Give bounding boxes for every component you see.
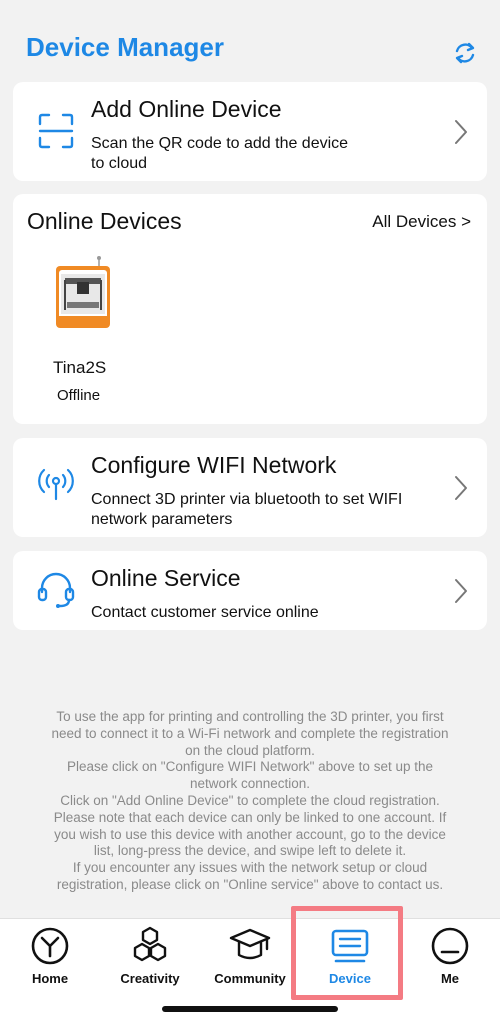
- home-indicator[interactable]: [162, 1006, 338, 1012]
- refresh-icon[interactable]: [450, 38, 480, 68]
- add-online-device-desc-2: to cloud: [91, 155, 148, 172]
- info-line: network connection.: [189, 776, 311, 792]
- tab-home[interactable]: Home: [0, 919, 100, 999]
- chevron-right-icon: [455, 579, 467, 603]
- info-line: on the cloud platform.: [185, 742, 315, 758]
- page-title: Device Manager: [26, 32, 224, 62]
- info-line: To use the app for printing and controll…: [56, 709, 444, 724]
- device-status: Offline: [57, 387, 101, 404]
- online-service-title: Online Service: [91, 565, 241, 591]
- tab-label: Community: [214, 971, 286, 986]
- profile-icon: [429, 925, 471, 967]
- tab-community[interactable]: Community: [200, 919, 300, 999]
- tab-me[interactable]: Me: [400, 919, 500, 999]
- printer-image[interactable]: [55, 252, 111, 330]
- tab-label: Home: [31, 971, 69, 986]
- tab-label: Me: [440, 971, 460, 986]
- tab-creativity[interactable]: Creativity: [100, 919, 200, 999]
- chevron-right-icon: [455, 120, 467, 144]
- add-online-device-title: Add Online Device: [91, 96, 282, 122]
- online-service-card[interactable]: Online Service Contact customer service …: [13, 551, 487, 630]
- configure-wifi-desc-2: network parameters: [91, 511, 233, 528]
- info-line: need to connect it to a Wi-Fi network an…: [51, 725, 449, 741]
- chevron-right-icon: [455, 476, 467, 500]
- wifi-signal-icon: [35, 464, 77, 506]
- online-devices-card: Online Devices All Devices > Tina2S Offl…: [13, 194, 487, 424]
- online-service-desc: Contact customer service online: [91, 604, 319, 621]
- qr-scan-icon: [35, 110, 77, 152]
- headset-icon: [35, 569, 77, 611]
- add-online-device-desc-1: Scan the QR code to add the device: [91, 135, 349, 152]
- info-line: you wish to use this device with another…: [54, 826, 446, 842]
- info-line: registration, please click on "Online se…: [56, 876, 444, 892]
- home-tab-icon: [29, 925, 71, 967]
- info-line: If you encounter any issues with the net…: [72, 860, 428, 876]
- configure-wifi-card[interactable]: Configure WIFI Network Connect 3D printe…: [13, 438, 487, 537]
- configure-wifi-desc-1: Connect 3D printer via bluetooth to set …: [91, 491, 403, 508]
- info-line: Click on "Add Online Device" to complete…: [60, 792, 440, 808]
- info-line: Please note that each device can only be…: [53, 809, 447, 825]
- graduation-cap-icon: [229, 925, 271, 967]
- add-online-device-card[interactable]: Add Online Device Scan the QR code to ad…: [13, 82, 487, 181]
- hexagons-icon: [129, 925, 171, 967]
- info-line: list, long-press the device, and swipe l…: [93, 843, 407, 859]
- info-line: Please click on "Configure WIFI Network"…: [66, 759, 433, 775]
- all-devices-link[interactable]: All Devices >: [372, 212, 471, 232]
- info-text: To use the app for printing and controll…: [20, 709, 480, 894]
- online-devices-title: Online Devices: [27, 208, 182, 234]
- tab-label: Creativity: [120, 971, 180, 986]
- device-name: Tina2S: [53, 358, 107, 377]
- configure-wifi-title: Configure WIFI Network: [91, 452, 337, 478]
- header: Device Manager: [0, 0, 500, 82]
- device-tab-highlight: [291, 906, 403, 1000]
